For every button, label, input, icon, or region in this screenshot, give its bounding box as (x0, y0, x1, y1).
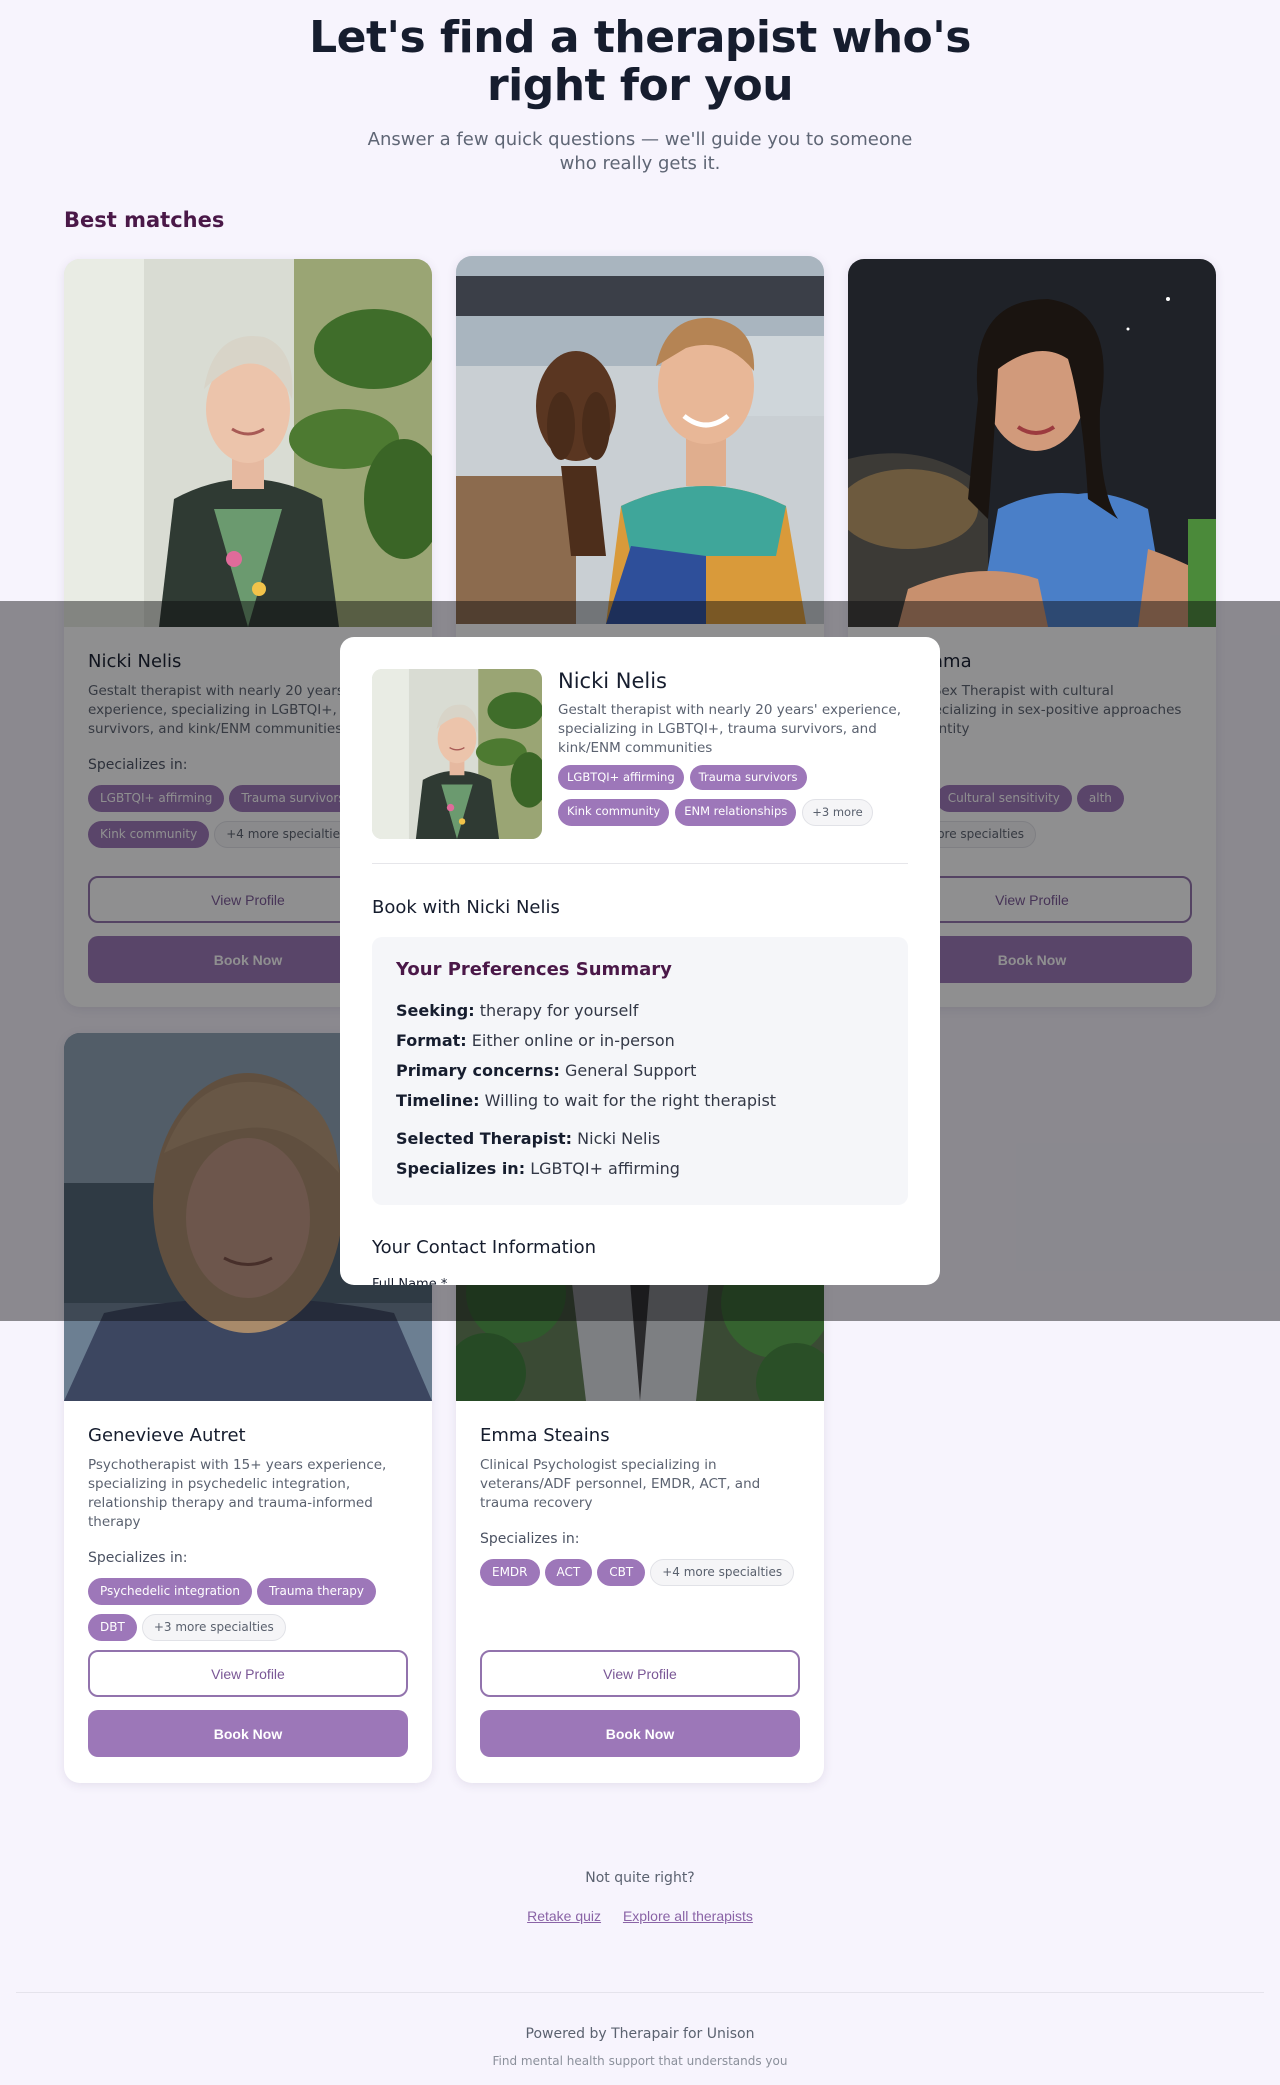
modal-therapist-photo (372, 669, 542, 839)
booking-modal: Nicki Nelis Gestalt therapist with nearl… (340, 637, 940, 1285)
specialty-chip: Kink community (558, 799, 670, 826)
book-now-button[interactable]: Book Now (88, 1710, 408, 1757)
retake-quiz-link[interactable]: Retake quiz (527, 1908, 601, 1924)
powered-by-text: Powered by Therapair for Unison (525, 2026, 755, 2042)
footer-links: Retake quiz Explore all therapists (0, 1908, 1280, 1924)
modal-divider (372, 863, 908, 864)
therapist-name: Genevieve Autret (88, 1425, 246, 1446)
therapist-photo (456, 256, 824, 624)
pref-specializes: Specializes in: LGBTQI+ affirming (396, 1159, 680, 1178)
pref-seeking: Seeking: therapy for yourself (396, 1001, 639, 1020)
modal-therapist-description: Gestalt therapist with nearly 20 years' … (558, 702, 902, 756)
specialty-chip: Psychedelic integration (88, 1578, 252, 1605)
specialty-chip: ACT (544, 1559, 593, 1586)
specialty-chip: Trauma survivors (689, 765, 807, 790)
therapist-description: Psychotherapist with 15+ years experienc… (88, 1457, 387, 1530)
specialty-chip: LGBTQI+ affirming (558, 765, 684, 790)
more-specialties-chip: +3 more specialties (141, 1614, 286, 1641)
more-specialties-chip: +4 more specialties (650, 1559, 795, 1586)
page-title: Let's find a therapist who's right for y… (309, 12, 971, 111)
best-matches-heading: Best matches (64, 208, 225, 232)
specializes-label: Specializes in: (480, 1531, 580, 1547)
explore-therapists-link[interactable]: Explore all therapists (623, 1908, 753, 1924)
footer-divider (16, 1992, 1264, 1993)
pref-concerns: Primary concerns: General Support (396, 1061, 697, 1080)
page-subtitle: Answer a few quick questions — we'll gui… (367, 129, 913, 174)
therapist-photo (848, 259, 1216, 627)
therapist-description: Clinical Psychologist specializing in ve… (480, 1457, 761, 1511)
not-quite-right-text: Not quite right? (585, 1870, 695, 1886)
book-now-button[interactable]: Book Now (480, 1710, 800, 1757)
view-profile-button[interactable]: View Profile (480, 1650, 800, 1697)
therapist-name: Emma Steains (480, 1425, 610, 1446)
footer-tagline: Find mental health support that understa… (492, 2054, 788, 2068)
specialty-chips: Psychedelic integration Trauma therapy D… (88, 1578, 408, 1641)
therapist-photo (64, 259, 432, 627)
more-specialties-chip: +3 more (802, 799, 873, 826)
specialty-chip: EMDR (480, 1559, 540, 1586)
contact-info-heading: Your Contact Information (372, 1237, 597, 1258)
book-with-heading: Book with Nicki Nelis (372, 897, 560, 918)
pref-format: Format: Either online or in-person (396, 1031, 675, 1050)
pref-selected-therapist: Selected Therapist: Nicki Nelis (396, 1129, 661, 1148)
preferences-summary: Your Preferences Summary Seeking: therap… (372, 937, 908, 1205)
full-name-label: Full Name * (372, 1277, 448, 1285)
modal-therapist-name: Nicki Nelis (558, 669, 667, 693)
preferences-title: Your Preferences Summary (396, 959, 672, 980)
specialty-chips: EMDR ACT CBT +4 more specialties (480, 1559, 800, 1586)
specialty-chip: ENM relationships (675, 799, 797, 826)
specializes-label: Specializes in: (88, 1550, 188, 1566)
modal-specialty-chips: LGBTQI+ affirming Trauma survivors Kink … (558, 765, 908, 826)
specialty-chip: DBT (88, 1614, 137, 1641)
view-profile-button[interactable]: View Profile (88, 1650, 408, 1697)
pref-timeline: Timeline: Willing to wait for the right … (396, 1091, 777, 1110)
specialty-chip: Trauma therapy (256, 1578, 376, 1605)
specialty-chip: CBT (597, 1559, 646, 1586)
